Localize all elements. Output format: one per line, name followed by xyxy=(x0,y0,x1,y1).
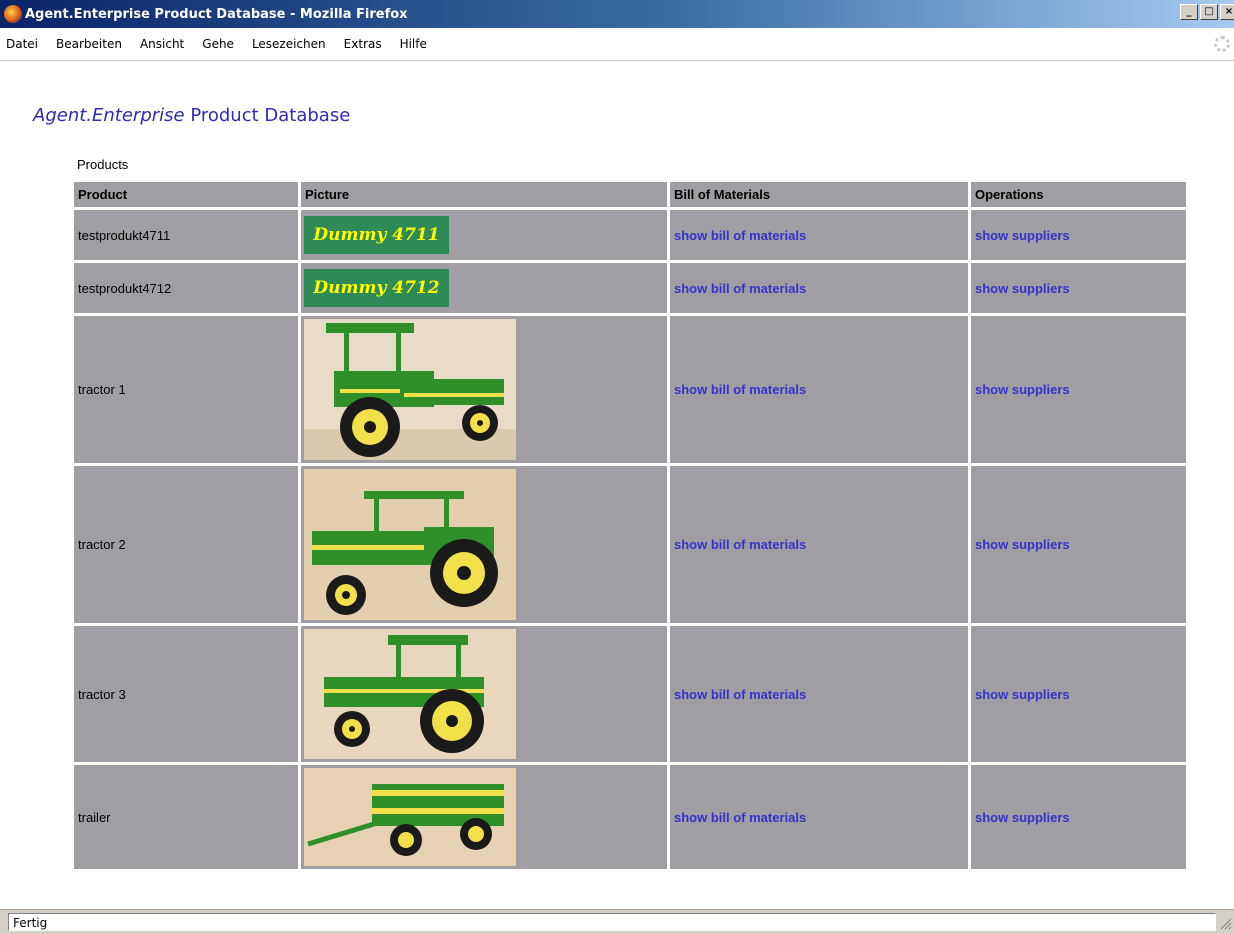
show-bom-link[interactable]: show bill of materials xyxy=(674,281,806,296)
bom-cell: show bill of materials xyxy=(670,765,968,869)
table-row: testprodukt4712 Dummy 4712 show bill of … xyxy=(74,263,1186,313)
picture-cell: Dummy 4712 xyxy=(301,263,667,313)
window-title-bar: Agent.Enterprise Product Database - Mozi… xyxy=(0,0,1234,28)
table-row: tractor 3 show bill of materials show su… xyxy=(74,626,1186,762)
tractor-3-image xyxy=(304,629,516,759)
picture-cell xyxy=(301,466,667,623)
product-name: tractor 1 xyxy=(74,316,298,463)
firefox-icon xyxy=(4,5,22,23)
ops-cell: show suppliers xyxy=(971,765,1186,869)
header-bill-of-materials: Bill of Materials xyxy=(670,182,968,207)
header-operations: Operations xyxy=(971,182,1186,207)
page-content: Agent.Enterprise Product Database Produc… xyxy=(0,61,1220,909)
page-title-brand: Agent.Enterprise xyxy=(33,105,185,126)
show-suppliers-link[interactable]: show suppliers xyxy=(975,687,1070,702)
ops-cell: show suppliers xyxy=(971,626,1186,762)
dummy-image: Dummy 4711 xyxy=(304,216,449,254)
table-row: tractor 2 show bill of materials show su… xyxy=(74,466,1186,623)
table-header-row: Product Picture Bill of Materials Operat… xyxy=(74,182,1186,207)
header-picture: Picture xyxy=(301,182,667,207)
bom-cell: show bill of materials xyxy=(670,466,968,623)
menu-bearbeiten[interactable]: Bearbeiten xyxy=(56,37,122,51)
window-controls: _ □ × xyxy=(1180,4,1234,20)
dummy-image: Dummy 4712 xyxy=(304,269,449,307)
throbber-icon xyxy=(1214,36,1230,52)
ops-cell: show suppliers xyxy=(971,466,1186,623)
menu-lesezeichen[interactable]: Lesezeichen xyxy=(252,37,326,51)
menu-hilfe[interactable]: Hilfe xyxy=(400,37,427,51)
bom-cell: show bill of materials xyxy=(670,316,968,463)
minimize-button[interactable]: _ xyxy=(1180,4,1198,20)
ops-cell: show suppliers xyxy=(971,210,1186,260)
products-table: Product Picture Bill of Materials Operat… xyxy=(71,179,1189,872)
show-suppliers-link[interactable]: show suppliers xyxy=(975,382,1070,397)
show-bom-link[interactable]: show bill of materials xyxy=(674,228,806,243)
bom-cell: show bill of materials xyxy=(670,626,968,762)
show-suppliers-link[interactable]: show suppliers xyxy=(975,281,1070,296)
picture-cell: Dummy 4711 xyxy=(301,210,667,260)
ops-cell: show suppliers xyxy=(971,316,1186,463)
menu-gehe[interactable]: Gehe xyxy=(202,37,234,51)
bom-cell: show bill of materials xyxy=(670,210,968,260)
menu-datei[interactable]: Datei xyxy=(6,37,38,51)
bom-cell: show bill of materials xyxy=(670,263,968,313)
show-bom-link[interactable]: show bill of materials xyxy=(674,687,806,702)
menu-ansicht[interactable]: Ansicht xyxy=(140,37,184,51)
header-product: Product xyxy=(74,182,298,207)
show-bom-link[interactable]: show bill of materials xyxy=(674,537,806,552)
scrollbar-track[interactable] xyxy=(1220,61,1234,909)
product-name: tractor 3 xyxy=(74,626,298,762)
maximize-button[interactable]: □ xyxy=(1200,4,1218,20)
picture-cell xyxy=(301,316,667,463)
picture-cell xyxy=(301,765,667,869)
resize-grip-icon[interactable] xyxy=(1218,916,1232,930)
page-title-text: Product Database xyxy=(184,105,351,126)
menu-extras[interactable]: Extras xyxy=(344,37,382,51)
show-bom-link[interactable]: show bill of materials xyxy=(674,382,806,397)
tractor-1-image xyxy=(304,319,516,460)
picture-cell xyxy=(301,626,667,762)
table-row: trailer show bill of materials show supp… xyxy=(74,765,1186,869)
tractor-2-image xyxy=(304,469,516,620)
table-row: tractor 1 show bill of materials show su… xyxy=(74,316,1186,463)
product-name: trailer xyxy=(74,765,298,869)
status-bar: Fertig xyxy=(0,909,1234,934)
page-title: Agent.Enterprise Product Database xyxy=(33,105,350,126)
show-bom-link[interactable]: show bill of materials xyxy=(674,810,806,825)
trailer-image xyxy=(304,768,516,866)
close-button[interactable]: × xyxy=(1220,4,1234,20)
show-suppliers-link[interactable]: show suppliers xyxy=(975,537,1070,552)
window-title: Agent.Enterprise Product Database - Mozi… xyxy=(25,6,408,22)
product-name: testprodukt4712 xyxy=(74,263,298,313)
ops-cell: show suppliers xyxy=(971,263,1186,313)
section-label: Products xyxy=(77,157,129,172)
table-row: testprodukt4711 Dummy 4711 show bill of … xyxy=(74,210,1186,260)
menu-bar: Datei Bearbeiten Ansicht Gehe Lesezeiche… xyxy=(0,28,1234,61)
show-suppliers-link[interactable]: show suppliers xyxy=(975,228,1070,243)
product-name: testprodukt4711 xyxy=(74,210,298,260)
show-suppliers-link[interactable]: show suppliers xyxy=(975,810,1070,825)
product-name: tractor 2 xyxy=(74,466,298,623)
status-text: Fertig xyxy=(8,913,1216,931)
